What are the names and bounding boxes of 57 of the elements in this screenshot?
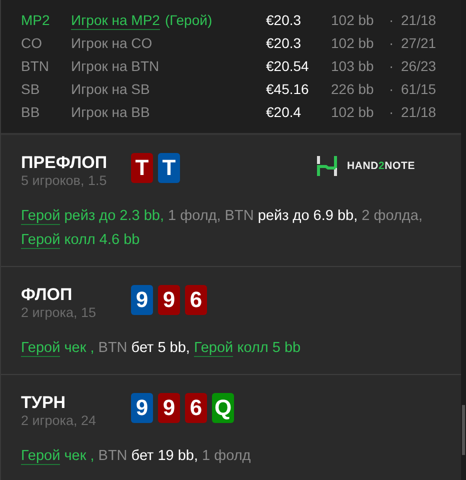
street-title: ТУРН [21, 393, 67, 413]
street-title: ФЛОП [21, 285, 74, 305]
street-subtitle: 2 игрока, 24 [21, 413, 97, 429]
separator-dot: · [389, 57, 395, 76]
stack-bb: 102 bb [331, 103, 375, 122]
stack-bb: 102 bb [331, 34, 375, 53]
stack-amount: €20.3 [266, 34, 302, 53]
player-stat: 21/18 [401, 103, 438, 122]
position-label: BB [21, 103, 41, 122]
separator-dot: · [389, 103, 395, 122]
board-card: 6 [185, 285, 207, 315]
stack-amount: €20.54 [266, 57, 310, 76]
action-line: Герой чек , BTN бет 19 bb, 1 фолд [21, 447, 252, 467]
player-name: Игрок на CO [71, 34, 152, 53]
stack-bb: 103 bb [331, 57, 375, 76]
logo-icon [316, 155, 338, 177]
stack-amount: €45.16 [266, 80, 310, 99]
player-name: Игрок на BTN [71, 57, 160, 76]
hero-link[interactable]: Герой [21, 448, 60, 465]
board-card: 9 [158, 285, 180, 315]
player-name: Игрок на BB [71, 103, 150, 122]
stack-bb: 226 bb [331, 80, 375, 99]
hero-link[interactable]: Герой [194, 340, 234, 357]
player-stat: 21/18 [401, 11, 438, 30]
board-card: Q [212, 393, 234, 423]
logo-text: HAND2NOTE [346, 160, 415, 172]
stack-bb: 102 bb [331, 11, 375, 30]
board-card: T [131, 153, 153, 183]
position-label: SB [21, 80, 41, 99]
scrollbar[interactable] [462, 405, 465, 455]
hero-link[interactable]: Герой [21, 340, 60, 357]
separator-dot: · [389, 34, 395, 53]
position-label: BTN [21, 57, 50, 76]
hero-link[interactable]: Герой [21, 232, 60, 249]
board-card: 9 [158, 393, 180, 423]
position-label: CO [21, 34, 43, 53]
hero-link[interactable]: Герой [21, 208, 60, 225]
player-name-link[interactable]: Игрок на MP2 [71, 11, 160, 30]
board-card: 9 [131, 393, 153, 423]
separator-dot: · [389, 80, 395, 99]
player-stat: 27/21 [401, 34, 438, 53]
street-subtitle: 5 игроков, 1.5 [21, 173, 108, 189]
stack-amount: €20.4 [266, 103, 302, 122]
action-line: Герой чек , BTN бет 5 bb, Герой колл 5 bb [21, 339, 302, 359]
board-card: T [158, 153, 180, 183]
player-name: Игрок на SB [71, 80, 150, 99]
position-label: MP2 [21, 11, 51, 30]
separator-dot: · [389, 11, 395, 30]
board-card: 9 [131, 285, 153, 315]
board-card: 6 [185, 393, 207, 423]
action-line: Герой рейз до 2.3 bb, 1 фолд, BTN рейз до 6.9 bb, 2 фолда, Герой колл 4.6 bb [21, 207, 424, 251]
stack-amount: €20.3 [266, 11, 302, 30]
street-title: ПРЕФЛОП [21, 153, 108, 173]
street-subtitle: 2 игрока, 15 [21, 305, 97, 321]
player-stat: 26/23 [401, 57, 438, 76]
hero-tag: (Герой) [164, 9, 212, 32]
player-stat: 61/15 [401, 80, 438, 99]
